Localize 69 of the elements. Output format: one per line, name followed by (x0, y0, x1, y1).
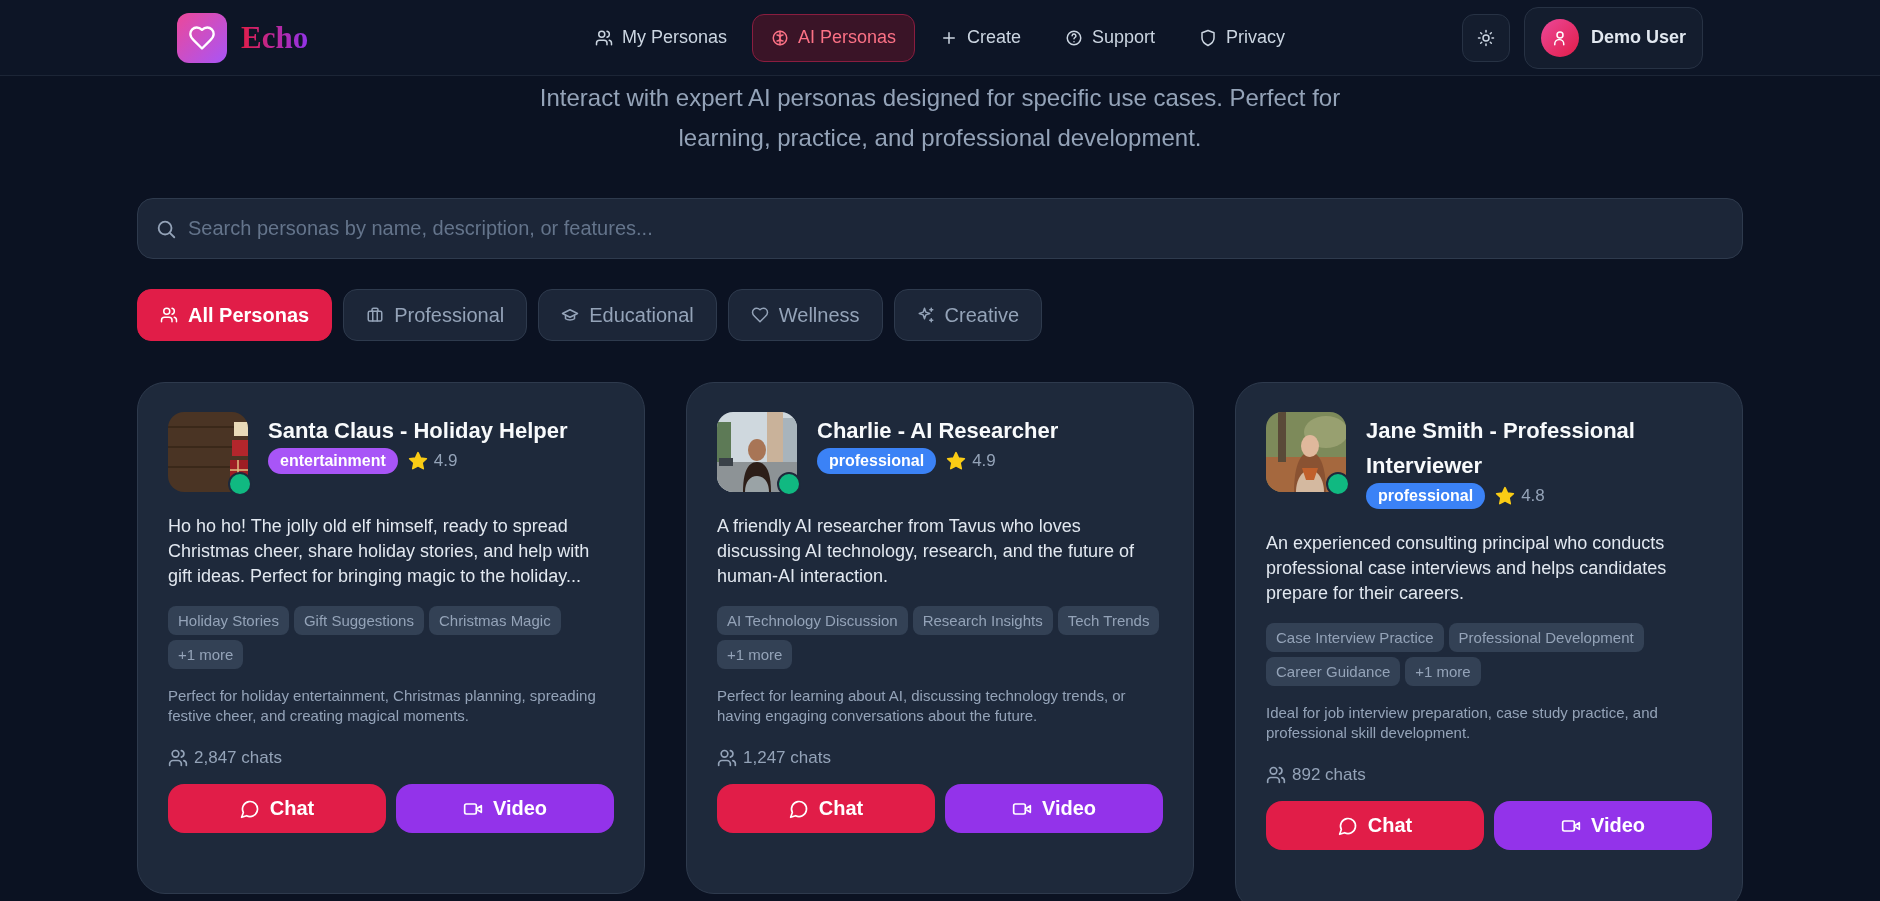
feature-tag: Professional Development (1448, 623, 1644, 652)
persona-description: An experienced consulting principal who conducts professional case interviews and helps candidates prepare for their careers. (1266, 532, 1668, 605)
filter-tab[interactable]: Professional (343, 289, 528, 341)
rating: 4.9 (433, 451, 458, 471)
chat-button[interactable]: Chat (168, 784, 386, 833)
briefcase-icon (366, 306, 385, 324)
filter-tab[interactable]: Educational (538, 289, 717, 341)
use-case-text: Perfect for holiday entertainment, Christmas planning, spreading festive cheer, and creating magical moments. (168, 686, 597, 726)
feature-tag: +1 more (717, 640, 793, 669)
category-badge: professional (1366, 483, 1486, 509)
users-icon (594, 28, 613, 47)
heart-icon (750, 306, 769, 324)
nav-item[interactable]: Create (921, 13, 1041, 62)
nav-item[interactable]: My Personas (575, 13, 746, 62)
persona-description: A friendly AI researcher from Tavus who loves discussing AI technology, research, and the future of human-AI interaction. (717, 515, 1135, 588)
feature-tag: Holiday Stories (168, 606, 289, 635)
theme-toggle-button[interactable] (1461, 13, 1510, 62)
rating: 4.8 (1521, 486, 1545, 506)
chat-count: 1,247 chats (743, 748, 831, 768)
feature-tag: Case Interview Practice (1266, 623, 1444, 652)
feature-tag: AI Technology Discussion (717, 606, 908, 635)
feature-tag: +1 more (168, 640, 244, 669)
feature-tag: Christmas Magic (428, 606, 561, 635)
search-field[interactable]: Search personas by name, description, or features... (137, 198, 1743, 259)
persona-name: Charlie - AI Researcher (817, 417, 1059, 445)
feature-tag: +1 more (1405, 657, 1481, 686)
nav-item[interactable]: Support (1046, 13, 1175, 62)
video-button[interactable]: Video (1494, 801, 1712, 850)
feature-tag: Gift Suggestions (293, 606, 424, 635)
chat-count: 2,847 chats (194, 748, 282, 768)
rating: 4.9 (972, 451, 996, 471)
users-icon (717, 748, 737, 768)
feature-tag: Tech Trends (1057, 606, 1160, 635)
subtitle: Interact with expert AI personas designed for specific use cases. Perfect for learning, practice, and professional development. (538, 83, 1342, 153)
users-icon (168, 748, 188, 768)
feature-tag: Research Insights (912, 606, 1053, 635)
chat-bubble-icon (1337, 815, 1358, 836)
sun-icon (1476, 28, 1495, 47)
persona-name: Jane Smith - Professional Interviewer (1366, 417, 1636, 480)
chat-button[interactable]: Chat (717, 784, 935, 833)
video-button[interactable]: Video (396, 784, 614, 833)
chat-count: 892 chats (1292, 765, 1366, 785)
use-case-text: Ideal for job interview preparation, case study practice, and professional skill development. (1266, 703, 1659, 743)
persona-description: Ho ho ho! The jolly old elf himself, ready to spread Christmas cheer, share holiday stories, and help with gift ideas. Perfect for bringing magic to the holiday... (168, 515, 591, 588)
logo-icon[interactable] (177, 12, 227, 63)
nav-item[interactable]: Privacy (1180, 13, 1305, 62)
use-case-text: Perfect for learning about AI, discussing technology trends, or having engaging conversations about the future. (717, 686, 1127, 726)
filter-tab[interactable]: Wellness (727, 289, 883, 341)
filter-tab[interactable]: All Personas (137, 289, 333, 341)
category-badge: entertainment (268, 448, 398, 474)
star-icon (1495, 486, 1516, 506)
help-icon (1065, 28, 1084, 47)
video-button[interactable]: Video (945, 784, 1163, 833)
filter-tab[interactable]: Creative (893, 289, 1043, 341)
star-icon (407, 451, 428, 471)
category-badge: professional (817, 448, 937, 474)
nav-item[interactable]: AI Personas (751, 13, 915, 62)
graduation-cap-icon (561, 306, 580, 324)
sparkle-icon (916, 306, 935, 324)
shield-icon (1199, 28, 1218, 47)
feature-tag: Career Guidance (1266, 657, 1401, 686)
persona-name: Santa Claus - Holiday Helper (268, 417, 568, 445)
chat-bubble-icon (239, 798, 260, 819)
user-menu-button[interactable]: Demo User (1523, 6, 1703, 69)
star-icon (946, 451, 967, 471)
users-icon (160, 306, 178, 324)
chat-bubble-icon (788, 798, 809, 819)
chat-button[interactable]: Chat (1266, 801, 1484, 850)
users-icon (1266, 765, 1286, 785)
